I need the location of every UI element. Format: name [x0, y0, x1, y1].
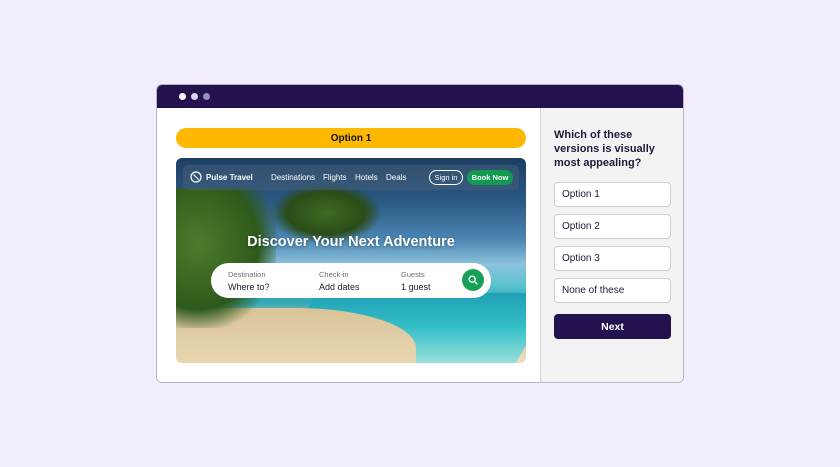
hero-title: Discover Your Next Adventure: [247, 234, 455, 250]
window-titlebar: [157, 85, 683, 108]
survey-panel: Which of these versions is visually most…: [540, 108, 683, 382]
option-banner: Option 1: [176, 128, 526, 148]
destination-value: Where to?: [228, 282, 270, 292]
nav-link-flights[interactable]: Flights: [323, 173, 347, 182]
guests-field[interactable]: Guests 1 guest: [401, 270, 431, 292]
close-dot[interactable]: [179, 93, 186, 100]
browser-window: Option 1 Pulse Travel Destinations Fligh…: [156, 84, 684, 383]
checkin-value: Add dates: [319, 282, 360, 292]
destination-label: Destination: [228, 270, 266, 279]
sign-in-button[interactable]: Sign in: [429, 170, 463, 185]
brand-name: Pulse Travel: [206, 173, 253, 182]
nav-link-destinations[interactable]: Destinations: [271, 173, 315, 182]
hero-preview: Pulse Travel Destinations Flights Hotels…: [176, 158, 526, 363]
search-bar: Destination Where to? Check-in Add dates…: [211, 263, 491, 298]
answer-none-of-these[interactable]: None of these: [554, 278, 671, 303]
palm-foliage-decoration: [176, 188, 276, 328]
search-icon: [468, 275, 478, 285]
answer-option-1[interactable]: Option 1: [554, 182, 671, 207]
nav-link-deals[interactable]: Deals: [386, 173, 406, 182]
book-now-button[interactable]: Book Now: [467, 170, 513, 185]
minimize-dot[interactable]: [191, 93, 198, 100]
destination-field[interactable]: Destination Where to?: [228, 270, 270, 292]
guests-value: 1 guest: [401, 282, 431, 292]
survey-question: Which of these versions is visually most…: [554, 129, 655, 169]
search-button[interactable]: [462, 269, 484, 291]
design-preview-pane: Option 1 Pulse Travel Destinations Fligh…: [157, 108, 540, 382]
answer-option-3[interactable]: Option 3: [554, 246, 671, 271]
nav-link-hotels[interactable]: Hotels: [355, 173, 378, 182]
answer-option-2[interactable]: Option 2: [554, 214, 671, 239]
preview-navbar: Pulse Travel Destinations Flights Hotels…: [183, 165, 519, 190]
maximize-dot[interactable]: [203, 93, 210, 100]
compass-logo-icon: [190, 171, 202, 183]
guests-label: Guests: [401, 270, 425, 279]
next-button[interactable]: Next: [554, 314, 671, 339]
checkin-label: Check-in: [319, 270, 349, 279]
checkin-field[interactable]: Check-in Add dates: [319, 270, 360, 292]
